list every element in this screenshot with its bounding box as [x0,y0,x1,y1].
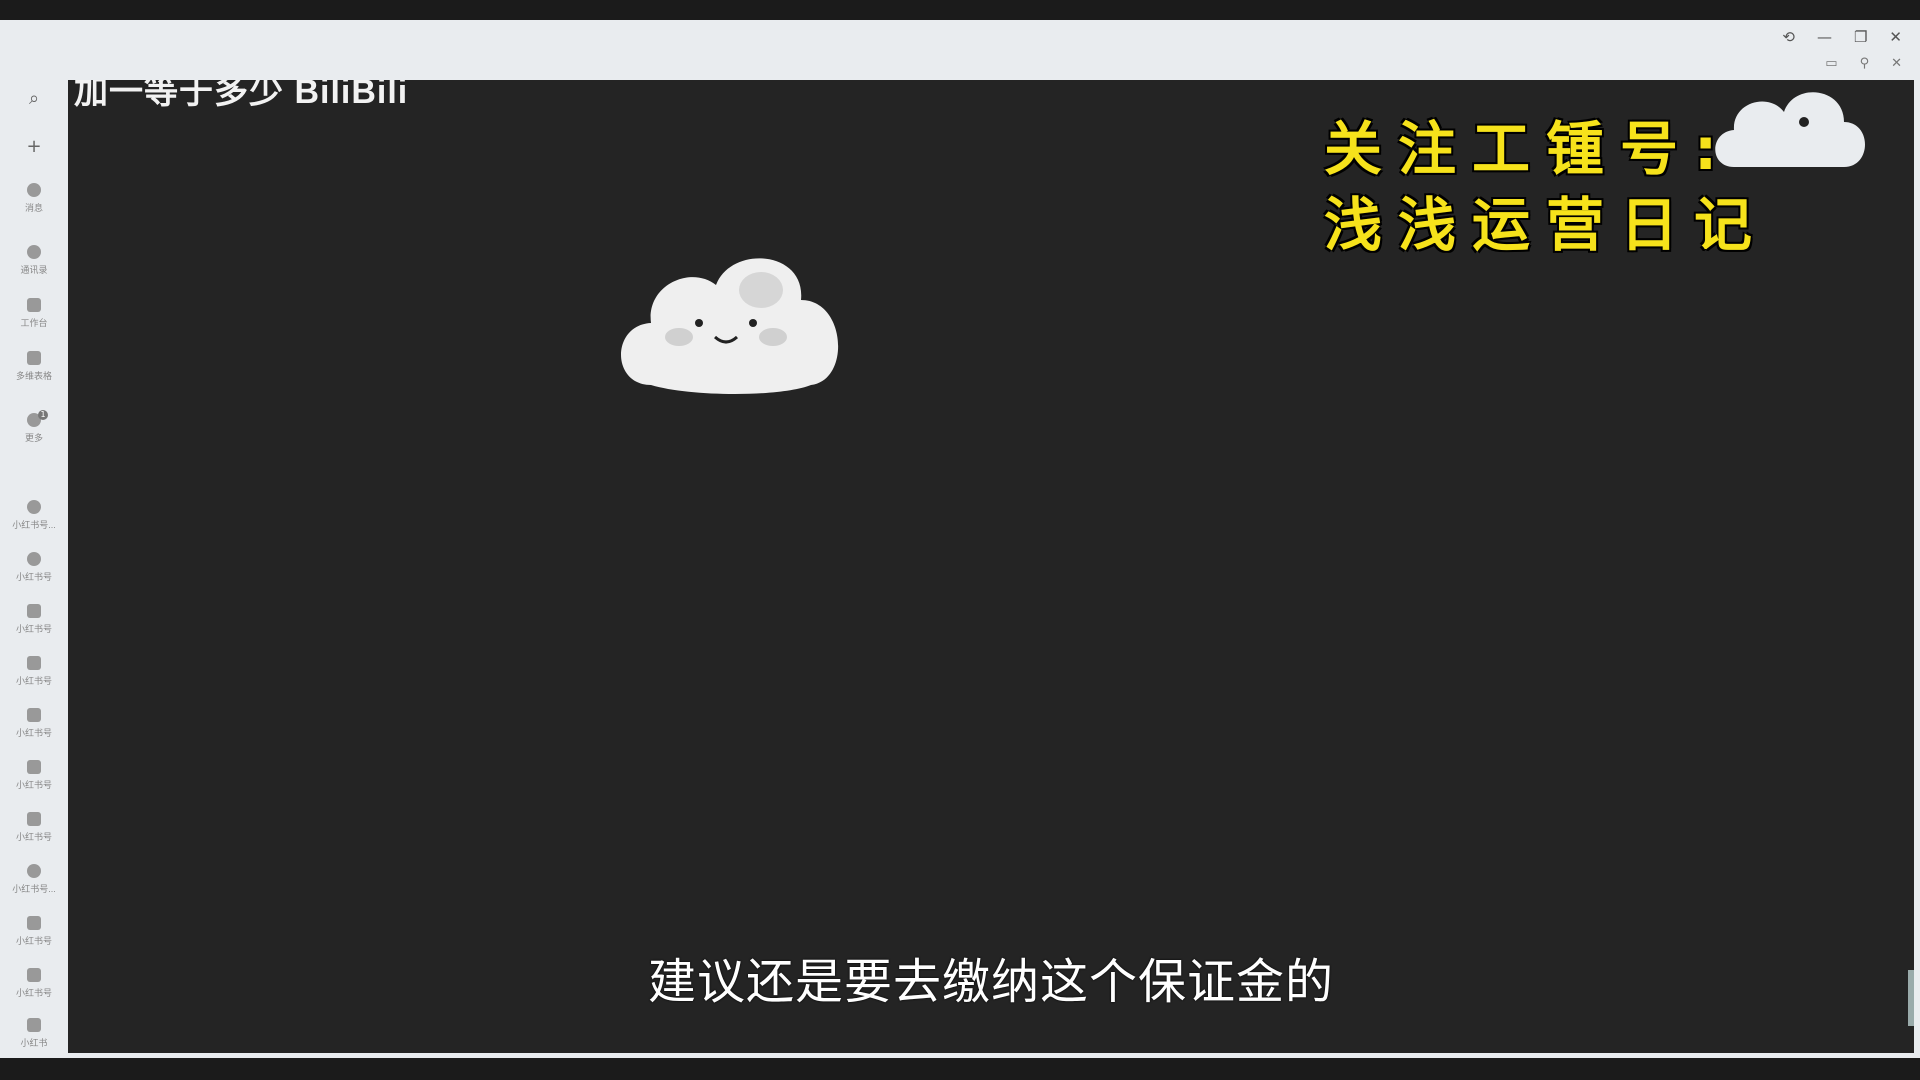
sidebar-item-label: 小红书号 [15,987,52,998]
sidebar-item-label: 小红书号... [12,519,56,530]
sidebar-item-doc[interactable]: 小红书号 [0,908,68,954]
sidebar-item-label: 通讯录 [20,264,48,275]
sidebar-item-label: 小红书号 [15,779,52,790]
doc-icon [27,655,41,670]
search-icon[interactable]: ⌕ [0,84,68,112]
promo-line-2: 浅浅运营日记 [1324,191,1769,259]
sidebar-item-label: 消息 [24,202,43,213]
pin-icon[interactable]: ⚲ [1860,56,1870,71]
chat-bubble-icon [27,182,41,197]
subtitle-caption: 建议还是要去缴纳这个保证金的 [647,954,1334,1010]
sidebar-item-label: 小红书号 [15,727,52,738]
app-icon [27,551,41,566]
sidebar-item-label: 多维表格 [15,370,52,381]
sidebar-item-label: 更多 [24,432,43,443]
sidebar-item-more[interactable]: 1 更多 [0,405,68,451]
doc-icon [27,759,41,774]
doc-icon [27,1017,41,1032]
close-button[interactable]: ✕ [1889,28,1902,46]
scroll-handle[interactable] [1908,970,1914,1026]
sidebar-item-doc[interactable]: 小红书号 [0,960,68,1006]
sidebar-item-app[interactable]: 小红书号 [0,544,68,590]
sidebar-item-workbench[interactable]: 工作台 [0,290,68,336]
add-icon[interactable]: + [0,132,68,160]
sidebar-item-label: 小红书号... [12,883,56,894]
sidebar-item-label: 小红书号 [15,831,52,842]
sidebar: ⌕ + 消息 通讯录 工作台 多维表格 1 更多 小红书号... 小红书号 小红… [0,80,68,1058]
sidebar-item-label: 小红书号 [15,571,52,582]
promo-line-1: 关注工锺号: [1324,115,1734,183]
restore-button[interactable]: ❐ [1854,28,1867,46]
secondary-controls: ▭ ⚲ ✕ [1825,52,1902,74]
sidebar-item-tables[interactable]: 多维表格 [0,343,68,389]
sidebar-item-doc[interactable]: 小红书号 [0,752,68,798]
app-icon [27,863,41,878]
table-icon [27,350,41,365]
sidebar-item-contacts[interactable]: 通讯录 [0,237,68,283]
sidebar-item-doc[interactable]: 小红书号 [0,804,68,850]
window-icon[interactable]: ▭ [1825,56,1837,71]
sidebar-item-label: 小红书号 [15,623,52,634]
window-controls: ⟲ — ❐ ✕ [1782,24,1902,50]
app-icon [27,499,41,514]
sidebar-item-app[interactable]: 小红书号... [0,492,68,538]
sidebar-item-doc[interactable]: 小红书 [0,1010,68,1056]
doc-icon [27,603,41,618]
history-icon[interactable]: ⟲ [1782,28,1795,46]
sidebar-item-doc[interactable]: 小红书号 [0,596,68,642]
workbench-icon [27,297,41,312]
sidebar-item-doc[interactable]: 小红书号 [0,648,68,694]
minimize-button[interactable]: — [1817,28,1832,46]
doc-icon [27,915,41,930]
video-content: 加一等于多少 BiliBili 关注工锺号: 浅浅运营日记 建议还是要去缴纳这个… [68,80,1914,1053]
sidebar-item-app[interactable]: 小红书号... [0,856,68,902]
cloud-mascot-icon [621,258,839,394]
promo-banner: 关注工锺号: 浅浅运营日记 [1324,92,1865,259]
sidebar-item-label: 小红书号 [15,675,52,686]
doc-icon [27,707,41,722]
close-panel-button[interactable]: ✕ [1891,56,1902,71]
contacts-icon [27,244,41,259]
sidebar-item-label: 小红书号 [15,935,52,946]
sidebar-item-doc[interactable]: 小红书号 [0,700,68,746]
sidebar-item-label: 小红书 [20,1037,48,1048]
doc-icon [27,811,41,826]
doc-icon [27,967,41,982]
app-window: ⟲ — ❐ ✕ ▭ ⚲ ✕ ⌕ + 消息 通讯录 工作台 多维表格 1 更多 小… [0,20,1920,1058]
sidebar-item-label: 工作台 [20,317,48,328]
sidebar-item-messages[interactable]: 消息 [0,175,68,221]
watermark: 加一等于多少 BiliBili [74,80,409,111]
notification-badge: 1 [38,410,48,420]
